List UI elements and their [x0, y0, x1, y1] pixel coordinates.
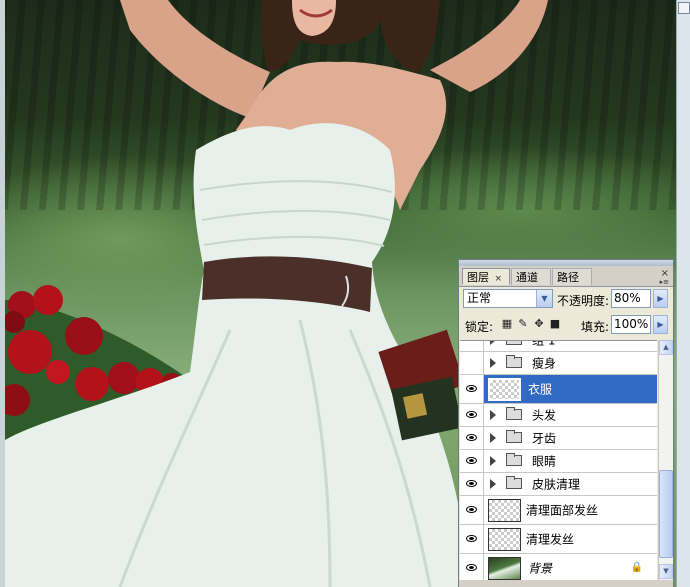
dock-collapse-button[interactable]: [678, 2, 690, 14]
layer-row[interactable]: 清理发丝: [460, 525, 657, 554]
opacity-label: 不透明度:: [557, 294, 610, 308]
layer-name: 头发: [532, 408, 557, 423]
layer-row[interactable]: 背景 🔒: [460, 554, 657, 581]
eye-icon: [466, 457, 477, 464]
visibility-toggle[interactable]: [460, 554, 484, 581]
folder-icon: [506, 407, 522, 420]
expand-arrow-icon[interactable]: [490, 456, 496, 466]
layer-row[interactable]: 眼睛: [460, 450, 657, 473]
scroll-down-icon[interactable]: ▼: [659, 564, 673, 579]
lock-brush-icon[interactable]: ✎: [517, 318, 529, 330]
expand-arrow-icon[interactable]: [490, 410, 496, 420]
opacity-slider-arrow-icon[interactable]: ▶: [653, 289, 668, 308]
fill-slider-arrow-icon[interactable]: ▶: [653, 315, 668, 334]
layer-name: 组 1: [532, 340, 556, 348]
layers-scrollbar[interactable]: ▲ ▼: [658, 340, 673, 580]
visibility-toggle[interactable]: [460, 404, 484, 426]
left-arm: [120, 0, 270, 118]
eye-icon: [466, 535, 477, 542]
layer-row[interactable]: 牙齿: [460, 427, 657, 450]
layer-thumbnail: [488, 557, 521, 580]
folder-icon: [506, 476, 522, 489]
scroll-up-icon[interactable]: ▲: [659, 340, 673, 355]
blend-mode-value: 正常: [467, 291, 492, 305]
layer-name: 瘦身: [532, 356, 557, 371]
layer-thumbnail: [488, 499, 521, 522]
folder-icon: [506, 355, 522, 368]
eye-icon: [466, 564, 477, 571]
eye-icon: [466, 506, 477, 513]
layer-row[interactable]: 组 1: [460, 340, 657, 352]
chevron-down-icon[interactable]: ▼: [536, 290, 552, 307]
fill-input[interactable]: 100%: [611, 315, 651, 334]
visibility-toggle[interactable]: [460, 525, 484, 553]
tab-channels-label: 通道: [516, 271, 538, 284]
layer-row[interactable]: 皮肤清理: [460, 473, 657, 496]
tab-paths-label: 路径: [557, 271, 579, 284]
folder-icon: [506, 341, 522, 345]
panel-tabs: 图层 × 通道 路径 × ▸≡: [459, 266, 673, 287]
tab-layers-label: 图层: [467, 271, 489, 284]
layers-panel: 图层 × 通道 路径 × ▸≡ 正常 ▼ 不透明度: 80% ▶ 锁定: ▦ ✎…: [458, 259, 674, 587]
layer-name: 眼睛: [532, 454, 557, 469]
layer-name: 皮肤清理: [532, 477, 581, 492]
tab-paths[interactable]: 路径: [552, 268, 592, 285]
canvas-edge: [0, 0, 5, 587]
layer-name: 衣服: [528, 382, 553, 397]
lock-label: 锁定:: [465, 320, 494, 334]
visibility-toggle[interactable]: [460, 450, 484, 472]
fill-label: 填充:: [581, 320, 610, 334]
visibility-toggle[interactable]: [460, 341, 484, 351]
layer-name: 牙齿: [532, 431, 557, 446]
lock-transparency-icon[interactable]: ▦: [501, 318, 513, 330]
visibility-toggle[interactable]: [460, 352, 484, 374]
lock-icon: 🔒: [630, 562, 643, 573]
layer-row[interactable]: 清理面部发丝: [460, 496, 657, 525]
lock-all-icon[interactable]: ■: [549, 318, 561, 330]
lock-move-icon[interactable]: ✥: [533, 318, 545, 330]
visibility-toggle[interactable]: [460, 473, 484, 495]
eye-icon: [466, 385, 477, 392]
visibility-toggle[interactable]: [460, 375, 484, 403]
right-arm: [430, 0, 548, 92]
layer-name: 清理发丝: [526, 532, 575, 547]
blend-mode-select[interactable]: 正常 ▼: [463, 289, 553, 308]
blend-row: 正常 ▼ 不透明度: 80% ▶: [459, 287, 673, 311]
eye-icon: [466, 480, 477, 487]
layer-row-selected[interactable]: 衣服: [460, 375, 657, 404]
tab-layers[interactable]: 图层 ×: [462, 268, 510, 285]
expand-arrow-icon[interactable]: [490, 433, 496, 443]
layers-list: 组 1 瘦身 衣服 头发 牙齿 眼睛 皮肤清理 清理面部发丝 清理发丝 背景 🔒: [460, 340, 657, 581]
lock-row: 锁定: ▦ ✎ ✥ ■ 填充: 100% ▶: [459, 313, 673, 337]
opacity-input[interactable]: 80%: [611, 289, 651, 308]
expand-arrow-icon[interactable]: [490, 358, 496, 368]
eye-icon: [466, 411, 477, 418]
eye-icon: [466, 434, 477, 441]
tab-close-icon[interactable]: ×: [495, 274, 503, 284]
scrollbar-thumb[interactable]: [659, 470, 673, 558]
folder-icon: [506, 453, 522, 466]
folder-icon: [506, 430, 522, 443]
layer-name: 背景: [528, 561, 553, 576]
layer-thumbnail: [488, 528, 521, 551]
expand-arrow-icon[interactable]: [490, 341, 496, 345]
panel-bottom-toolbar: [459, 580, 673, 587]
layer-row[interactable]: 头发: [460, 404, 657, 427]
layer-row[interactable]: 瘦身: [460, 352, 657, 375]
tab-channels[interactable]: 通道: [511, 268, 551, 285]
layer-thumbnail: [488, 378, 521, 401]
hair: [261, 0, 440, 72]
panel-dock: [676, 0, 690, 587]
expand-arrow-icon[interactable]: [490, 479, 496, 489]
visibility-toggle[interactable]: [460, 496, 484, 524]
layer-name: 清理面部发丝: [526, 503, 599, 518]
visibility-toggle[interactable]: [460, 427, 484, 449]
panel-menu-icon[interactable]: ▸≡: [660, 278, 669, 286]
